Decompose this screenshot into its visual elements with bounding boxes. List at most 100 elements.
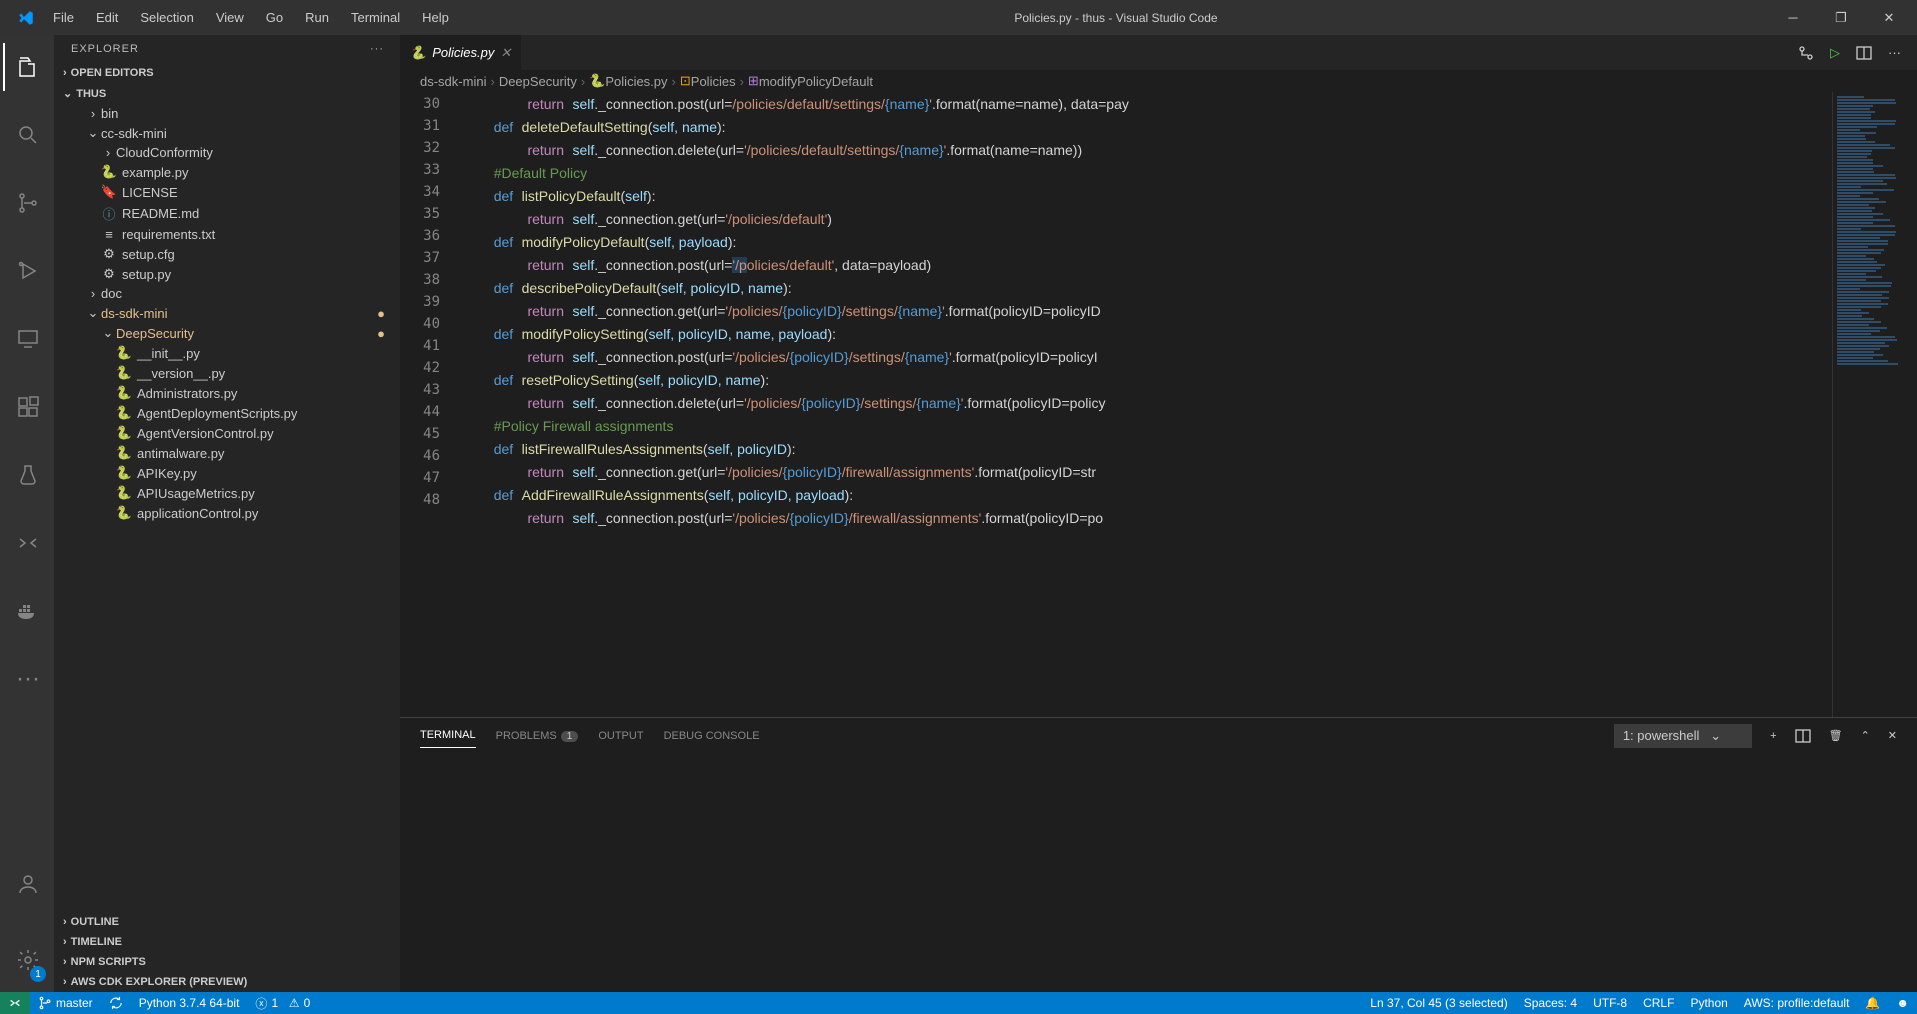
kill-terminal-icon[interactable]: 🗑 <box>1829 729 1843 742</box>
file-apiusage[interactable]: 🐍APIUsageMetrics.py <box>55 483 400 503</box>
close-tab-icon[interactable]: ✕ <box>500 45 511 61</box>
extensions-icon[interactable] <box>3 383 51 431</box>
editor-more-icon[interactable]: ··· <box>1888 45 1901 61</box>
folder-deepsecurity[interactable]: ⌄DeepSecurity● <box>55 323 400 343</box>
new-terminal-icon[interactable]: + <box>1770 730 1776 742</box>
folder-dssdk[interactable]: ⌄ds-sdk-mini● <box>55 303 400 323</box>
split-terminal-icon[interactable] <box>1795 728 1811 744</box>
search-icon[interactable] <box>3 111 51 159</box>
code-content[interactable]: return self._connection.post(url=/polici… <box>460 92 1832 717</box>
file-agentdeploy[interactable]: 🐍AgentDeploymentScripts.py <box>55 403 400 423</box>
file-agentversion[interactable]: 🐍AgentVersionControl.py <box>55 423 400 443</box>
file-apikey[interactable]: 🐍APIKey.py <box>55 463 400 483</box>
file-setupcfg[interactable]: ⚙setup.cfg <box>55 244 400 264</box>
code-editor[interactable]: 30 31 32 33 34 35 36 37 38 39 40 41 42 4… <box>400 92 1917 717</box>
file-tree: ›bin ⌄cc-sdk-mini ›CloudConformity 🐍exam… <box>55 104 400 912</box>
breadcrumbs[interactable]: ds-sdk-mini› DeepSecurity› 🐍 Policies.py… <box>400 70 1917 92</box>
split-editor-icon[interactable] <box>1856 45 1872 61</box>
terminal-content[interactable] <box>400 753 1917 992</box>
file-requirements[interactable]: ≡requirements.txt <box>55 225 400 244</box>
tab-problems[interactable]: PROBLEMS1 <box>496 724 579 748</box>
menu-help[interactable]: Help <box>412 4 459 31</box>
folder-bin[interactable]: ›bin <box>55 104 400 123</box>
problems-status[interactable]: ⓧ 1 ⚠ 0 <box>247 992 318 1014</box>
text-icon: ≡ <box>100 227 118 242</box>
encoding[interactable]: UTF-8 <box>1585 996 1635 1010</box>
file-administrators[interactable]: 🐍Administrators.py <box>55 383 400 403</box>
open-editors-section[interactable]: ›OPEN EDITORS <box>55 63 400 83</box>
python-icon: 🐍 <box>115 485 133 501</box>
python-icon: 🐍 <box>115 445 133 461</box>
sidebar: EXPLORER ··· ›OPEN EDITORS ⌄THUS ›bin ⌄c… <box>55 35 400 992</box>
more-icon[interactable]: ··· <box>3 655 51 703</box>
tab-terminal[interactable]: TERMINAL <box>420 723 476 748</box>
file-example[interactable]: 🐍example.py <box>55 162 400 182</box>
python-icon: 🐍 <box>589 73 605 89</box>
maximize-button[interactable]: ❐ <box>1821 3 1861 33</box>
eol[interactable]: CRLF <box>1635 996 1682 1010</box>
docker-icon[interactable] <box>3 587 51 635</box>
minimap[interactable] <box>1832 92 1917 717</box>
python-icon: 🐍 <box>115 365 133 381</box>
close-window-button[interactable]: ✕ <box>1869 3 1909 33</box>
notifications-icon[interactable]: 🔔 <box>1857 996 1888 1010</box>
folder-ccsdk[interactable]: ⌄cc-sdk-mini <box>55 123 400 143</box>
file-readme[interactable]: ⓘREADME.md <box>55 202 400 225</box>
language-mode[interactable]: Python <box>1682 996 1735 1010</box>
npm-section[interactable]: ›NPM SCRIPTS <box>55 952 400 972</box>
python-icon: 🐍 <box>115 425 133 441</box>
menu-edit[interactable]: Edit <box>86 4 128 31</box>
minimize-button[interactable]: ─ <box>1773 3 1813 33</box>
python-icon: 🐍 <box>115 385 133 401</box>
close-panel-icon[interactable]: ✕ <box>1888 729 1897 742</box>
menu-terminal[interactable]: Terminal <box>341 4 410 31</box>
menu-view[interactable]: View <box>206 4 254 31</box>
menu-run[interactable]: Run <box>295 4 339 31</box>
workspace-section[interactable]: ⌄THUS <box>55 83 400 104</box>
cert-icon: 🔖 <box>100 184 118 200</box>
python-icon: 🐍 <box>115 345 133 361</box>
file-setuppy[interactable]: ⚙setup.py <box>55 264 400 284</box>
feedback-icon[interactable]: ☻ <box>1888 996 1917 1010</box>
file-version[interactable]: 🐍__version__.py <box>55 363 400 383</box>
tab-debug-console[interactable]: DEBUG CONSOLE <box>664 724 760 748</box>
settings-gear-icon[interactable]: 1 <box>3 936 51 984</box>
file-init[interactable]: 🐍__init__.py <box>55 343 400 363</box>
cursor-position[interactable]: Ln 37, Col 45 (3 selected) <box>1362 996 1515 1010</box>
file-appcontrol[interactable]: 🐍applicationControl.py <box>55 503 400 523</box>
source-control-icon[interactable] <box>3 179 51 227</box>
folder-cloudconformity[interactable]: ›CloudConformity <box>55 143 400 162</box>
gear-icon: ⚙ <box>100 266 118 282</box>
sync-button[interactable] <box>101 992 131 1014</box>
explorer-more-icon[interactable]: ··· <box>370 43 384 55</box>
python-icon: 🐍 <box>100 164 118 180</box>
terminal-selector[interactable]: 1: powershell ⌄ <box>1614 724 1752 748</box>
run-icon[interactable]: ▷ <box>1830 45 1840 61</box>
aws-profile[interactable]: AWS: profile:default <box>1736 996 1858 1010</box>
method-icon: ⊞ <box>748 73 759 89</box>
maximize-panel-icon[interactable]: ⌃ <box>1861 729 1870 742</box>
outline-section[interactable]: ›OUTLINE <box>55 912 400 932</box>
compare-changes-icon[interactable] <box>1798 45 1814 61</box>
gear-icon: ⚙ <box>100 246 118 262</box>
indentation[interactable]: Spaces: 4 <box>1516 996 1585 1010</box>
remote-explorer-icon[interactable] <box>3 315 51 363</box>
timeline-section[interactable]: ›TIMELINE <box>55 932 400 952</box>
python-interpreter[interactable]: Python 3.7.4 64-bit <box>131 992 248 1014</box>
menu-go[interactable]: Go <box>256 4 293 31</box>
remote-indicator[interactable] <box>0 992 30 1014</box>
remote-icon[interactable] <box>3 519 51 567</box>
file-license[interactable]: 🔖LICENSE <box>55 182 400 202</box>
folder-doc[interactable]: ›doc <box>55 284 400 303</box>
cdk-section[interactable]: ›AWS CDK EXPLORER (PREVIEW) <box>55 972 400 992</box>
menu-selection[interactable]: Selection <box>130 4 203 31</box>
debug-icon[interactable] <box>3 247 51 295</box>
file-antimalware[interactable]: 🐍antimalware.py <box>55 443 400 463</box>
tab-policies[interactable]: 🐍 Policies.py ✕ <box>400 35 522 70</box>
git-branch[interactable]: master <box>30 992 101 1014</box>
testing-icon[interactable] <box>3 451 51 499</box>
explorer-icon[interactable] <box>3 43 51 91</box>
tab-output[interactable]: OUTPUT <box>598 724 643 748</box>
account-icon[interactable] <box>3 860 51 908</box>
menu-file[interactable]: File <box>43 4 84 31</box>
